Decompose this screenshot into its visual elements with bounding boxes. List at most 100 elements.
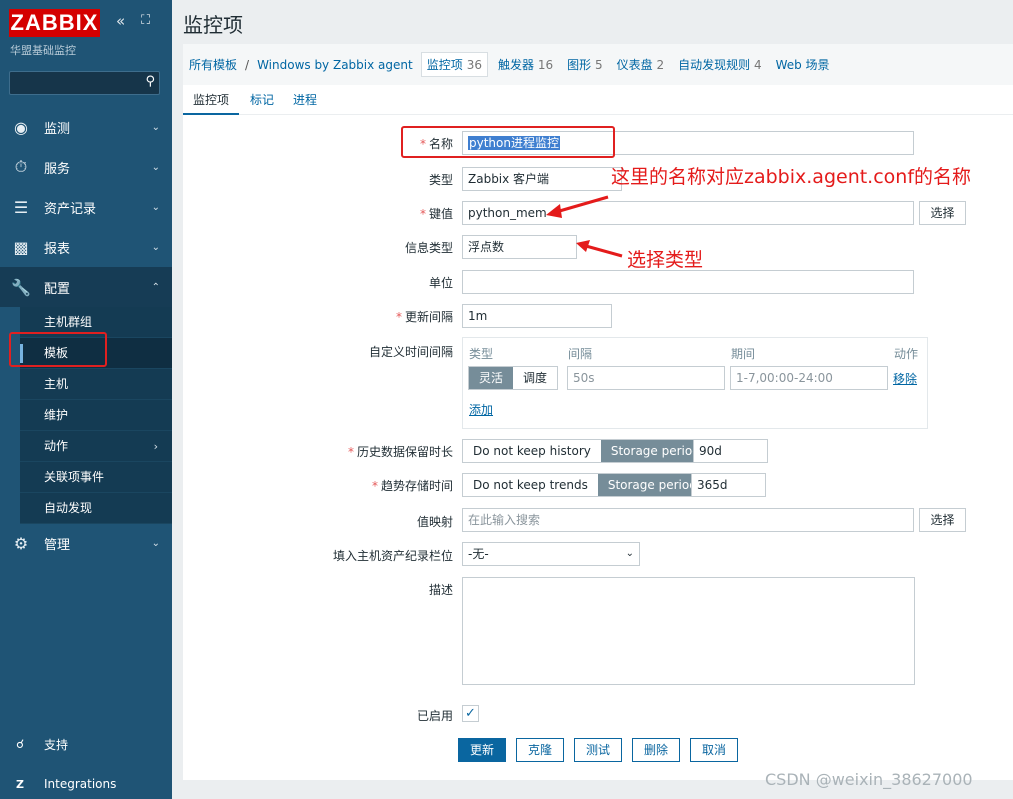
form-tabs: 监控项 标记 进程 <box>183 85 1013 115</box>
headset-icon: ☌ <box>15 737 25 751</box>
update-interval-input[interactable]: 1m <box>462 304 612 328</box>
gear-icon: ⚙ <box>13 533 29 553</box>
inventory-select[interactable]: -无- ⌄ <box>462 542 640 566</box>
zabbix-logo[interactable]: ZABBIX <box>9 9 100 37</box>
trends-label: * 趋势存储时间 <box>153 477 453 494</box>
trends-period-input[interactable]: 365d <box>691 473 766 497</box>
custom-intervals-label: 自定义时间间隔 <box>368 345 453 359</box>
tab-item[interactable]: 监控项 <box>183 85 239 115</box>
required-asterisk: * <box>395 310 402 324</box>
key-input[interactable]: python_mem <box>462 201 914 225</box>
type-label: 类型 <box>428 173 453 187</box>
history-toggle[interactable]: Do not keep history Storage period <box>462 439 711 463</box>
sidebar-item-label: 动作 <box>44 439 69 453</box>
breadcrumb-discovery-rules[interactable]: 自动发现规则 4 <box>678 56 761 73</box>
breadcrumb-triggers[interactable]: 触发器 16 <box>498 56 553 73</box>
menu-label: 资产记录 <box>44 201 97 217</box>
breadcrumb-items[interactable]: 监控项 36 <box>420 52 488 77</box>
dashboards-count: 2 <box>656 58 665 72</box>
expand-icon[interactable]: ⛶ <box>141 13 150 28</box>
units-input[interactable] <box>462 270 914 294</box>
delete-button[interactable]: 删除 <box>632 738 680 762</box>
add-interval-link[interactable]: 添加 <box>469 401 493 418</box>
custom-period-input[interactable]: 1-7,00:00-24:00 <box>730 366 888 390</box>
sidebar-item-event-correlation[interactable]: 关联项事件 <box>20 462 172 493</box>
enabled-checkbox[interactable]: ✓ <box>462 705 479 722</box>
history-period-input[interactable]: 90d <box>693 439 768 463</box>
cancel-button[interactable]: 取消 <box>690 738 738 762</box>
valuemap-select-button[interactable]: 选择 <box>919 508 966 532</box>
info-type-select[interactable]: 浮点数 <box>462 235 577 259</box>
interval-label: * 更新间隔 <box>153 308 453 325</box>
description-textarea[interactable] <box>462 577 915 685</box>
sidebar-item-discovery[interactable]: 自动发现 <box>20 493 172 524</box>
remove-interval-link[interactable]: 移除 <box>893 370 917 387</box>
sidebar-support[interactable]: ☌ 支持 <box>0 729 172 759</box>
items-label: 监控项 <box>426 58 463 72</box>
interval-label-text: 更新间隔 <box>404 310 453 324</box>
menu-label: 监测 <box>44 121 71 137</box>
sidebar-item-hosts[interactable]: 主机 <box>20 369 172 400</box>
menu-label: 服务 <box>44 161 71 177</box>
inventory-label: 填入主机资产纪录栏位 <box>332 549 453 563</box>
triggers-label: 触发器 <box>498 58 535 72</box>
integrations-label: Integrations <box>44 777 117 791</box>
list-icon: ☰ <box>13 197 29 217</box>
eye-icon: ◉ <box>14 117 28 137</box>
update-button[interactable]: 更新 <box>458 738 506 762</box>
chevron-down-icon: ⌄ <box>151 121 160 133</box>
chevron-down-icon: ⌄ <box>625 548 634 559</box>
required-asterisk: * <box>347 445 354 459</box>
sidebar-item-actions[interactable]: 动作 › <box>20 431 172 462</box>
menu-label: 报表 <box>44 241 71 257</box>
breadcrumb-all-templates[interactable]: 所有模板 <box>189 56 237 73</box>
name-highlight-box <box>401 126 615 158</box>
trends-label-text: 趋势存储时间 <box>380 479 453 493</box>
sidebar-integrations[interactable]: Z Integrations <box>0 769 172 799</box>
scheduling-option[interactable]: 调度 <box>513 367 557 389</box>
trends-toggle[interactable]: Do not keep trends Storage period <box>462 473 708 497</box>
interval-type-toggle[interactable]: 灵活 调度 <box>468 366 559 390</box>
menu-inventory[interactable]: ☰ 资产记录 ⌄ <box>0 187 172 227</box>
tab-tags[interactable]: 标记 <box>250 85 274 115</box>
menu-monitoring[interactable]: ◉ 监测 ⌄ <box>0 107 172 147</box>
menu-reports[interactable]: ▩ 报表 ⌄ <box>0 227 172 267</box>
valuemap-label: 值映射 <box>416 515 453 529</box>
col-type-header: 类型 <box>469 347 494 361</box>
page-title: 监控项 <box>183 13 243 37</box>
key-label: * 键值 <box>153 205 453 222</box>
menu-administration[interactable]: ⚙ 管理 ⌄ <box>0 523 172 563</box>
discovery-label: 自动发现规则 <box>678 58 751 72</box>
history-do-not-keep-option[interactable]: Do not keep history <box>463 440 601 462</box>
graphs-count: 5 <box>594 58 603 72</box>
col-period-header: 期间 <box>731 347 756 361</box>
collapse-sidebar-icon[interactable]: « <box>116 12 125 30</box>
server-subtitle: 华盟基础监控 <box>10 44 76 57</box>
trends-do-not-keep-option[interactable]: Do not keep trends <box>463 474 598 496</box>
valuemap-input[interactable]: 在此输入搜索 <box>462 508 914 532</box>
col-action-header: 动作 <box>894 347 919 361</box>
breadcrumb-web-scenarios[interactable]: Web 场景 <box>776 56 830 73</box>
dashboards-label: 仪表盘 <box>616 58 653 72</box>
discovery-count: 4 <box>753 58 762 72</box>
key-select-button[interactable]: 选择 <box>919 201 966 225</box>
clone-button[interactable]: 克隆 <box>516 738 564 762</box>
sidebar-item-maintenance[interactable]: 维护 <box>20 400 172 431</box>
templates-highlight-box <box>9 332 107 367</box>
tab-process[interactable]: 进程 <box>293 85 317 115</box>
test-button[interactable]: 测试 <box>574 738 622 762</box>
wrench-icon: 🔧 <box>11 277 31 297</box>
search-icon[interactable]: ⚲ <box>145 74 155 89</box>
custom-interval-input[interactable]: 50s <box>567 366 725 390</box>
sidebar-search-input[interactable]: ⚲ <box>9 71 160 95</box>
menu-configuration[interactable]: 🔧 配置 ⌃ <box>0 267 172 307</box>
breadcrumb-graphs[interactable]: 图形 5 <box>567 56 602 73</box>
type-select[interactable]: Zabbix 客户端 <box>462 167 622 191</box>
breadcrumb-template[interactable]: Windows by Zabbix agent <box>257 58 413 72</box>
flexible-option[interactable]: 灵活 <box>469 367 514 389</box>
info-type-label: 信息类型 <box>404 241 453 255</box>
required-asterisk: * <box>419 207 426 221</box>
breadcrumb-dashboards[interactable]: 仪表盘 2 <box>617 56 664 73</box>
menu-services[interactable]: ⏱ 服务 ⌄ <box>0 147 172 187</box>
menu-label: 配置 <box>44 281 71 297</box>
